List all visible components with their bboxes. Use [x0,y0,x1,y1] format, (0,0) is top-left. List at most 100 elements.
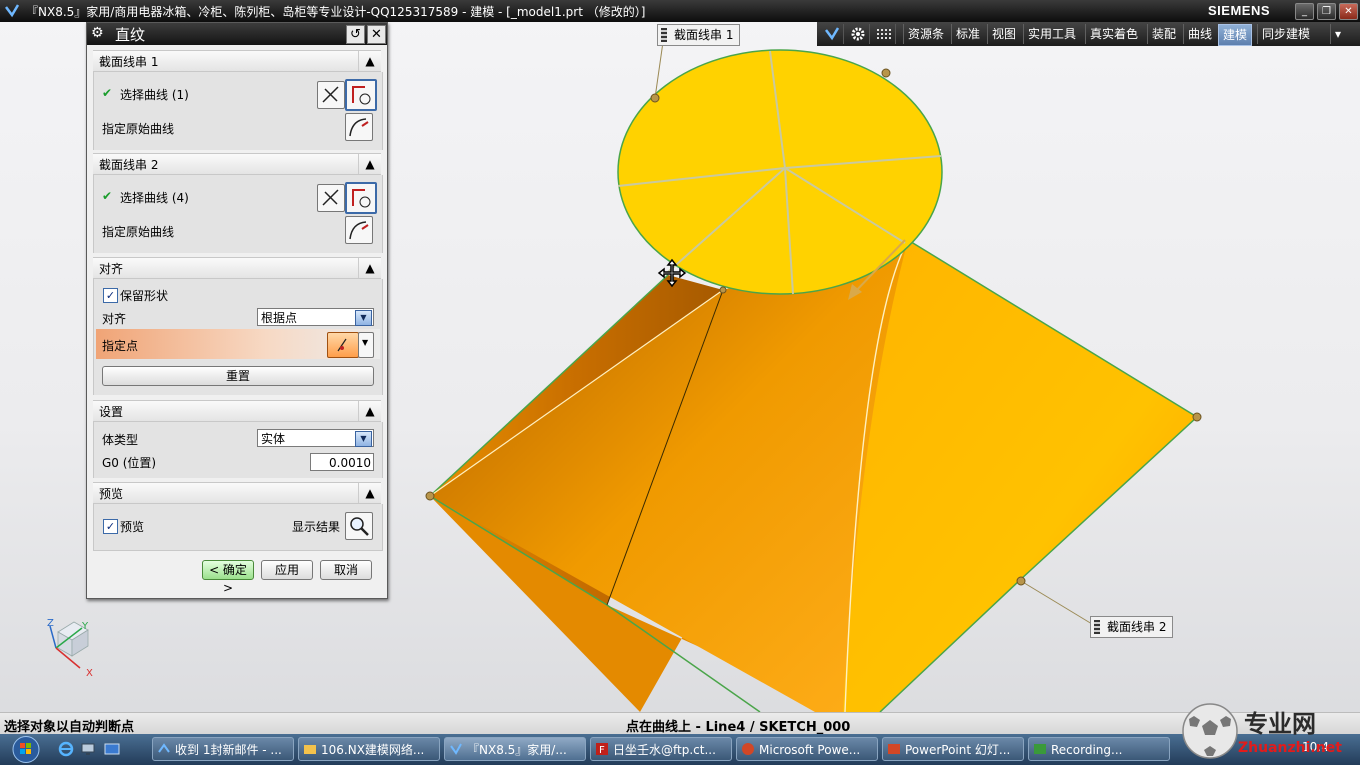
recording-icon [1034,744,1046,754]
nx-logo-icon[interactable] [821,24,844,44]
preview-checkbox[interactable]: ✓ [103,519,118,534]
align-method-select[interactable]: 根据点 ▼ [257,308,374,326]
taskbar-item-mail[interactable]: 收到 1封新邮件 - ... [152,737,294,761]
apply-button[interactable]: 应用 [261,560,313,580]
watermark-text: 专业网 [1244,709,1316,738]
gear-icon[interactable] [847,24,870,44]
section-title: 对齐 [99,262,124,276]
task-label: 106.NX建模网络... [321,743,425,757]
chevron-down-icon[interactable]: ▼ [358,332,374,358]
curve-rule-icon[interactable] [317,184,345,212]
chevron-down-icon[interactable]: ▼ [355,310,372,326]
origin-curve-icon[interactable] [345,216,373,244]
select-curve-icon[interactable] [345,79,377,111]
section-header-string-1[interactable]: 截面线串 1 ▲ [93,50,381,72]
triad-label-z: Z [47,618,54,629]
g0-tolerance-label: G0 (位置) [102,456,157,470]
section-body-align: ✓ 保留形状 对齐 根据点 ▼ 指定点 ▼ 重置 [93,279,383,395]
section-header-align[interactable]: 对齐 ▲ [93,257,381,279]
taskbar-item-ftp[interactable]: F 日坐壬水@ftp.ct... [590,737,732,761]
grid-icon[interactable] [873,24,896,44]
chevron-up-icon[interactable]: ▲ [358,51,381,71]
g0-tolerance-input[interactable]: 0.0010 [310,453,374,471]
show-result-label: 显示结果 [292,520,341,534]
ie-icon[interactable] [58,741,74,757]
chevron-up-icon[interactable]: ▲ [358,401,381,421]
dialog-titlebar: ⚙ 直纹 ↺ ✕ [87,23,387,45]
mail-icon [158,743,170,753]
chevron-up-icon[interactable]: ▲ [358,154,381,174]
ok-button[interactable]: < 确定 > [202,560,254,595]
status-bar: 选择对象以自动判断点 点在曲线上 - Line4 / SKETCH_000 [0,712,1360,735]
task-label: Microsoft Powe... [759,743,861,757]
specify-origin-curve-label: 指定原始曲线 [102,122,175,136]
body-type-select[interactable]: 实体 ▼ [257,429,374,447]
taskbar-item-powerpoint-1[interactable]: Microsoft Powe... [736,737,878,761]
section-title: 截面线串 2 [99,158,159,172]
chevron-down-icon[interactable]: ▼ [355,431,372,447]
callout-grip-icon[interactable] [661,28,667,42]
magnifier-icon[interactable] [345,512,373,540]
gear-icon[interactable]: ⚙ [91,25,104,41]
tab-utilities[interactable]: 实用工具 [1023,24,1080,44]
tab-assembly[interactable]: 装配 [1147,24,1180,44]
tab-view[interactable]: 视图 [987,24,1020,44]
section-header-string-2[interactable]: 截面线串 2 ▲ [93,153,381,175]
triad-label-y: Y [82,621,89,632]
section-body-settings: 体类型 实体 ▼ G0 (位置) 0.0010 [93,422,383,478]
select-curve-label: 选择曲线 (1) [120,88,189,102]
ruled-dialog: ⚙ 直纹 ↺ ✕ 截面线串 1 ▲ ✔ 选择曲线 (1) 指定原始曲线 截面线串… [86,22,388,599]
cancel-button[interactable]: 取消 [320,560,372,580]
window-titlebar: 『NX8.5』家用/商用电器冰箱、冷柜、陈列柜、岛柜等专业设计-QQ125317… [0,0,1360,22]
tab-synchronous-modeling[interactable]: 同步建模 [1257,24,1314,44]
section-header-settings[interactable]: 设置 ▲ [93,400,381,422]
chevron-up-icon[interactable]: ▲ [358,483,381,503]
toolbar-overflow-button[interactable]: ▾ [1330,24,1345,44]
windows-start-icon[interactable] [8,734,44,765]
reset-button[interactable]: 重置 [102,366,374,386]
task-label: 『NX8.5』家用/... [467,743,567,757]
windows-taskbar: 收到 1封新邮件 - ... 106.NX建模网络... 『NX8.5』家用/.… [0,734,1360,765]
callout-section-string-1[interactable]: 截面线串 1 [657,24,741,46]
soccer-ball-logo-icon [1182,703,1238,759]
tab-curve[interactable]: 曲线 [1183,24,1216,44]
section-body-string-2: ✔ 选择曲线 (4) 指定原始曲线 [93,175,383,253]
close-button[interactable]: ✕ [1339,3,1358,20]
tab-modeling[interactable]: 建模 [1218,24,1253,46]
point-dialog-icon[interactable] [327,332,359,358]
tab-standard[interactable]: 标准 [951,24,984,44]
close-icon[interactable]: ✕ [367,25,386,44]
taskbar-item-powerpoint-2[interactable]: PowerPoint 幻灯... [882,737,1024,761]
chevron-up-icon[interactable]: ▲ [358,258,381,278]
desktop-icon[interactable] [104,741,120,757]
select-curve-label: 选择曲线 (4) [120,191,189,205]
keep-shape-checkbox[interactable]: ✓ [103,288,118,303]
nx-logo-icon [450,743,462,755]
origin-curve-icon[interactable] [345,113,373,141]
callout-section-string-2[interactable]: 截面线串 2 [1090,616,1174,638]
callout-label: 截面线串 1 [674,28,734,42]
select-curve-icon[interactable] [345,182,377,214]
triad-label-x: X [86,668,93,679]
computer-icon[interactable] [80,741,96,757]
status-message: 点在曲线上 - Line4 / SKETCH_000 [626,720,851,735]
task-label: Recording... [1051,743,1123,757]
section-title: 设置 [99,405,124,419]
taskbar-item-nx[interactable]: 『NX8.5』家用/... [444,737,586,761]
callout-grip-icon[interactable] [1094,620,1100,634]
watermark: 专业网 Zhuanzhi.net [1180,700,1356,762]
section-header-preview[interactable]: 预览 ▲ [93,482,381,504]
watermark-url: Zhuanzhi.net [1238,740,1342,756]
minimize-button[interactable]: _ [1295,3,1314,20]
curve-rule-icon[interactable] [317,81,345,109]
callout-leader-2 [1020,580,1093,625]
reset-dialog-icon[interactable]: ↺ [346,25,365,44]
restore-button[interactable]: ❐ [1317,3,1336,20]
filezilla-icon: F [596,743,608,756]
taskbar-item-recording[interactable]: Recording... [1028,737,1170,761]
section-body-string-1: ✔ 选择曲线 (1) 指定原始曲线 [93,72,383,150]
tab-true-shading[interactable]: 真实着色 [1085,24,1142,44]
taskbar-item-folder[interactable]: 106.NX建模网络... [298,737,440,761]
tab-resource-bar[interactable]: 资源条 [903,24,948,44]
checkmark-icon: ✔ [102,189,113,203]
